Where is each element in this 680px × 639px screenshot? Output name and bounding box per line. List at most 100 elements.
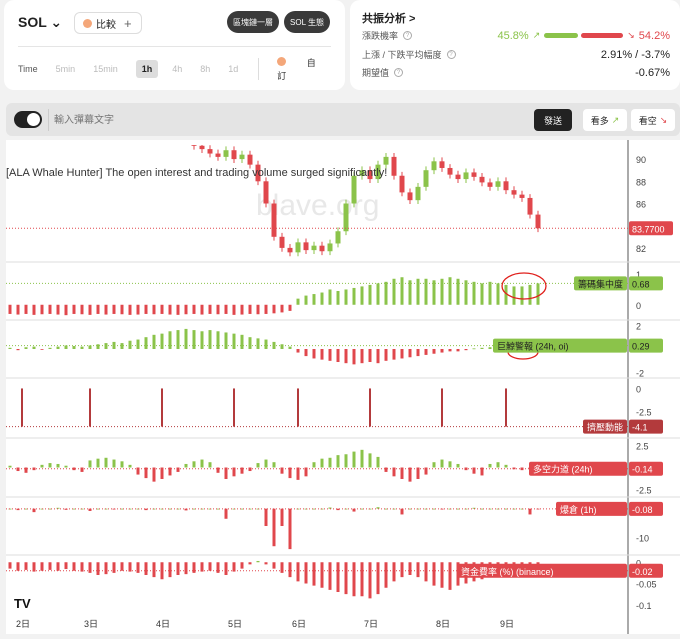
x-axis-tick-label: 5日 — [228, 619, 242, 629]
indicator-bar — [305, 562, 308, 583]
indicator-bar — [9, 305, 12, 314]
indicator-bar — [33, 562, 36, 571]
x-axis-tick-label: 7日 — [364, 619, 378, 629]
compare-button[interactable]: 比較+ — [74, 12, 142, 34]
indicator-bar — [57, 562, 60, 571]
indicator-value: -0.08 — [632, 505, 653, 515]
indicator-bar — [33, 305, 36, 315]
indicator-bar — [425, 349, 428, 355]
indicator-bar — [305, 349, 308, 356]
indicator-bar — [289, 509, 292, 549]
indicator-name: 多空力道 (24h) — [533, 464, 593, 475]
indicator-bar — [193, 461, 196, 467]
indicator-bar — [129, 305, 132, 315]
indicator-bar — [329, 458, 332, 468]
indicator-bar — [457, 464, 460, 468]
indicator-bar — [377, 283, 380, 304]
indicator-bar — [17, 305, 20, 315]
indicator-bar — [49, 562, 52, 570]
indicator-bar — [145, 562, 148, 575]
indicator-bar — [193, 305, 196, 314]
divider — [48, 109, 49, 131]
help-icon[interactable]: ? — [403, 31, 412, 40]
indicator-bar — [17, 349, 20, 350]
indicator-bar — [313, 294, 316, 305]
indicator-bar — [249, 305, 252, 314]
indicator-bar — [153, 468, 156, 482]
indicator-bar — [65, 305, 68, 315]
symbol-panel: SOL ⌄ 比較+ 區塊鏈一層 SOL 生態 Time 5min 15min 1… — [4, 0, 345, 90]
indicator-bar — [425, 562, 428, 581]
indicator-bar — [273, 305, 276, 314]
indicator-bar — [153, 305, 156, 314]
indicator-bar — [417, 279, 420, 305]
indicator-bar — [73, 562, 76, 571]
indicator-bar — [297, 562, 300, 581]
indicator-value: -0.02 — [632, 567, 653, 577]
tag-layer1[interactable]: 區塊鏈一層 — [227, 11, 279, 33]
candle — [424, 170, 429, 187]
expected-value: -0.67% — [635, 67, 670, 79]
bullish-button[interactable]: 看多↗ — [583, 109, 627, 131]
indicator-bar — [345, 454, 348, 467]
danmaku-toggle[interactable] — [14, 111, 42, 128]
interval-1h[interactable]: 1h — [136, 60, 159, 78]
tag-sol-ecosystem[interactable]: SOL 生態 — [284, 11, 330, 33]
interval-8h[interactable]: 8h — [200, 64, 210, 74]
indicator-bar — [385, 468, 388, 472]
indicator-bar — [257, 463, 260, 467]
indicator-bar — [137, 305, 140, 315]
indicator-bar — [401, 562, 404, 577]
bearish-button[interactable]: 看空↘ — [631, 109, 675, 131]
chart-area[interactable]: blave.org [ALA Whale Hunter] The open in… — [6, 140, 680, 634]
indicator-bar — [521, 286, 524, 304]
indicator-bar — [449, 349, 452, 351]
help-icon[interactable]: ? — [394, 68, 403, 77]
squeeze-event-bar — [21, 388, 23, 426]
indicator-bar — [25, 305, 28, 314]
indicator-name: 籌碼集中度 — [578, 278, 623, 289]
indicator-bar — [409, 280, 412, 304]
indicator-bar — [361, 286, 364, 304]
indicator-bar — [81, 347, 84, 349]
custom-interval-button[interactable]: 自訂 — [277, 56, 327, 82]
indicator-bar — [345, 349, 348, 363]
indicator-bar — [441, 562, 444, 588]
axis-tick-label: -2.5 — [636, 486, 652, 496]
interval-1d[interactable]: 1d — [228, 64, 238, 74]
avg-range-value: 2.91% / -3.7% — [601, 49, 670, 61]
interval-4h[interactable]: 4h — [172, 64, 182, 74]
indicator-bar — [529, 285, 532, 305]
indicator-bar — [385, 349, 388, 361]
down-prob: 54.2% — [639, 30, 670, 42]
help-icon[interactable]: ? — [447, 50, 456, 59]
candle — [488, 182, 493, 186]
axis-tick-label: 86 — [636, 200, 646, 210]
candle — [512, 190, 517, 194]
indicator-bar — [97, 459, 100, 468]
candle — [432, 161, 437, 170]
indicator-bar — [9, 562, 12, 568]
indicator-bar — [441, 349, 444, 353]
interval-5min[interactable]: 5min — [56, 64, 76, 74]
indicator-bar — [265, 460, 268, 468]
axis-tick-label: 0 — [636, 384, 641, 394]
candle — [336, 231, 341, 243]
candle — [536, 215, 541, 229]
x-axis-tick-label: 2日 — [16, 619, 30, 629]
indicator-bar — [393, 349, 396, 360]
indicator-bar — [321, 562, 324, 588]
indicator-bar — [401, 349, 404, 358]
indicator-bar — [57, 464, 60, 468]
indicator-bar — [225, 562, 228, 575]
chart-svg[interactable]: blave.org [ALA Whale Hunter] The open in… — [6, 140, 680, 634]
indicator-bar — [361, 562, 364, 596]
analysis-title[interactable]: 共振分析 > — [362, 10, 415, 26]
send-button[interactable]: 發送 — [534, 109, 572, 131]
indicator-bar — [409, 468, 412, 482]
danmaku-input[interactable] — [54, 110, 474, 130]
symbol-selector[interactable]: SOL ⌄ — [18, 14, 62, 31]
interval-15min[interactable]: 15min — [93, 64, 118, 74]
indicator-bar — [337, 455, 340, 467]
indicator-bar — [433, 462, 436, 467]
